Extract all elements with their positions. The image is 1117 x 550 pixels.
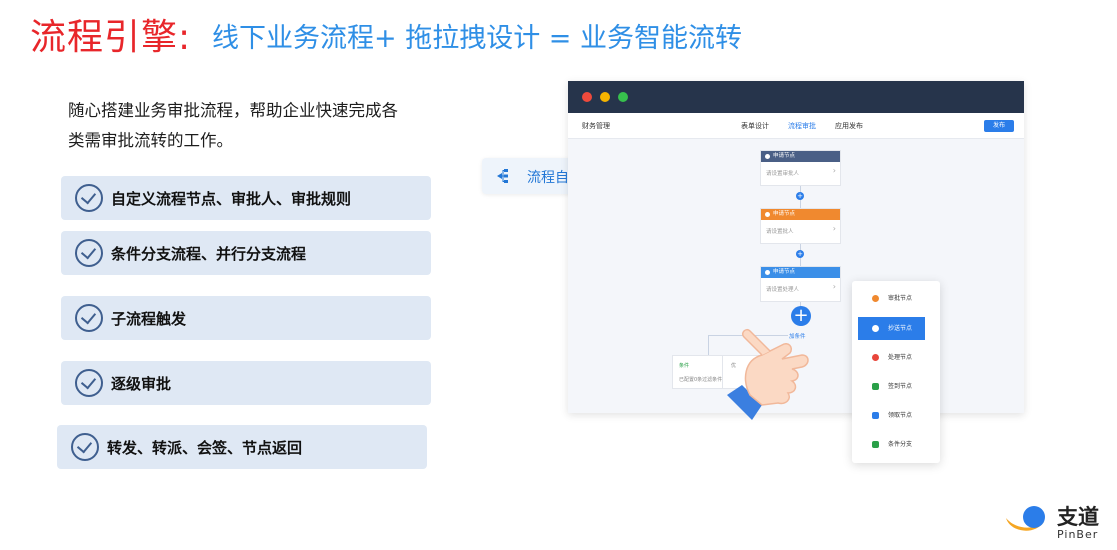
user-settings-icon [872, 354, 879, 361]
intro-line-2: 类需审批流转的工作。 [68, 131, 233, 150]
feature-item-branch-flow: 条件分支流程、并行分支流程 [61, 231, 431, 275]
menu-item-cc-node[interactable]: 抄送节点 [858, 317, 925, 340]
node-header: 申请节点 [761, 209, 840, 220]
check-circle-icon [75, 304, 103, 332]
check-circle-icon [75, 184, 103, 212]
menu-item-label: 条件分支 [888, 441, 913, 448]
menu-item-receive-node[interactable]: 领取节点 [858, 404, 925, 427]
menu-item-condition-branch[interactable]: 条件分支 [858, 433, 925, 456]
node-type-menu: 审批节点 抄送节点 处理节点 签到节点 领取节点 条件分支 [852, 281, 940, 463]
feature-item-forward: 转发、转派、会签、节点返回 [57, 425, 427, 469]
check-circle-icon [71, 433, 99, 461]
feature-item-custom-nodes: 自定义流程节点、审批人、审批规则 [61, 176, 431, 220]
close-dot[interactable] [582, 92, 592, 102]
tab-flow-approval[interactable]: 流程审批 [788, 121, 816, 131]
window-toolbar: 财务管理 表单设计 流程审批 应用发布 发布 [568, 113, 1024, 139]
tab-app-publish[interactable]: 应用发布 [835, 121, 863, 131]
node-header: 申请节点 [761, 267, 840, 278]
send-icon [872, 325, 879, 332]
pointing-hand-icon [727, 328, 809, 420]
menu-item-label: 审批节点 [888, 295, 913, 302]
flow-node-1[interactable]: 申请节点 请设置审批人 [760, 150, 841, 186]
flow-node-2[interactable]: 申请节点 请设置批人 [760, 208, 841, 244]
flow-node-3[interactable]: 申请节点 请设置处理人 [760, 266, 841, 302]
node-placeholder: 请设置批人 [761, 220, 840, 235]
brand-logo: 支道 PinBer [1002, 500, 1112, 542]
minimize-dot[interactable] [600, 92, 610, 102]
menu-item-label: 处理节点 [888, 354, 913, 361]
menu-item-label: 抄送节点 [888, 325, 913, 332]
page-title: 流程引擎: [30, 17, 192, 58]
feature-label: 转发、转派、会签、节点返回 [107, 439, 303, 457]
condition-title: 条件 [679, 363, 690, 369]
check-circle-icon [75, 239, 103, 267]
intro-text: 随心搭建业务审批流程，帮助企业快速完成各 类需审批流转的工作。 [68, 96, 428, 156]
pinber-logo-icon [1006, 506, 1045, 531]
menu-item-checkin-node[interactable]: 签到节点 [858, 375, 925, 398]
feature-label: 自定义流程节点、审批人、审批规则 [111, 190, 352, 208]
add-node-button[interactable]: + [796, 192, 804, 200]
check-circle-icon [75, 369, 103, 397]
branch-line [708, 335, 709, 355]
feature-label: 逐级审批 [111, 375, 172, 393]
intro-line-1: 随心搭建业务审批流程，帮助企业快速完成各 [68, 101, 398, 120]
node-header: 申请节点 [761, 151, 840, 162]
node-placeholder: 请设置处理人 [761, 278, 840, 293]
add-node-button[interactable]: + [796, 250, 804, 258]
page-subtitle: 线下业务流程+ 拖拉拽设计 = 业务智能流转 [212, 23, 742, 54]
checkin-icon [872, 383, 879, 390]
branch-icon [872, 441, 879, 448]
feature-label: 条件分支流程、并行分支流程 [111, 245, 307, 263]
flow-branch-icon [497, 169, 508, 183]
user-icon [872, 295, 879, 302]
feature-item-step-approval: 逐级审批 [61, 361, 431, 405]
brand-name: 支道 [1057, 505, 1099, 529]
menu-item-label: 签到节点 [888, 383, 913, 390]
menu-item-handle-node[interactable]: 处理节点 [858, 346, 925, 369]
maximize-dot[interactable] [618, 92, 628, 102]
title-bar: 流程引擎: 线下业务流程+ 拖拉拽设计 = 业务智能流转 [0, 0, 1117, 70]
menu-item-label: 领取节点 [888, 412, 913, 419]
menu-item-approval-node[interactable]: 审批节点 [858, 287, 925, 310]
feature-label: 子流程触发 [111, 310, 187, 328]
feature-item-subflow: 子流程触发 [61, 296, 431, 340]
window-titlebar [568, 81, 1024, 113]
app-name: 财务管理 [582, 122, 610, 130]
publish-button[interactable]: 发布 [984, 120, 1014, 132]
brand-name-en: PinBer [1057, 528, 1099, 541]
add-node-large-button[interactable]: + [791, 306, 811, 326]
receive-icon [872, 412, 879, 419]
tab-form-design[interactable]: 表单设计 [741, 121, 769, 131]
condition-body: 已配置0条过滤条件 [679, 377, 723, 383]
node-placeholder: 请设置审批人 [761, 162, 840, 177]
